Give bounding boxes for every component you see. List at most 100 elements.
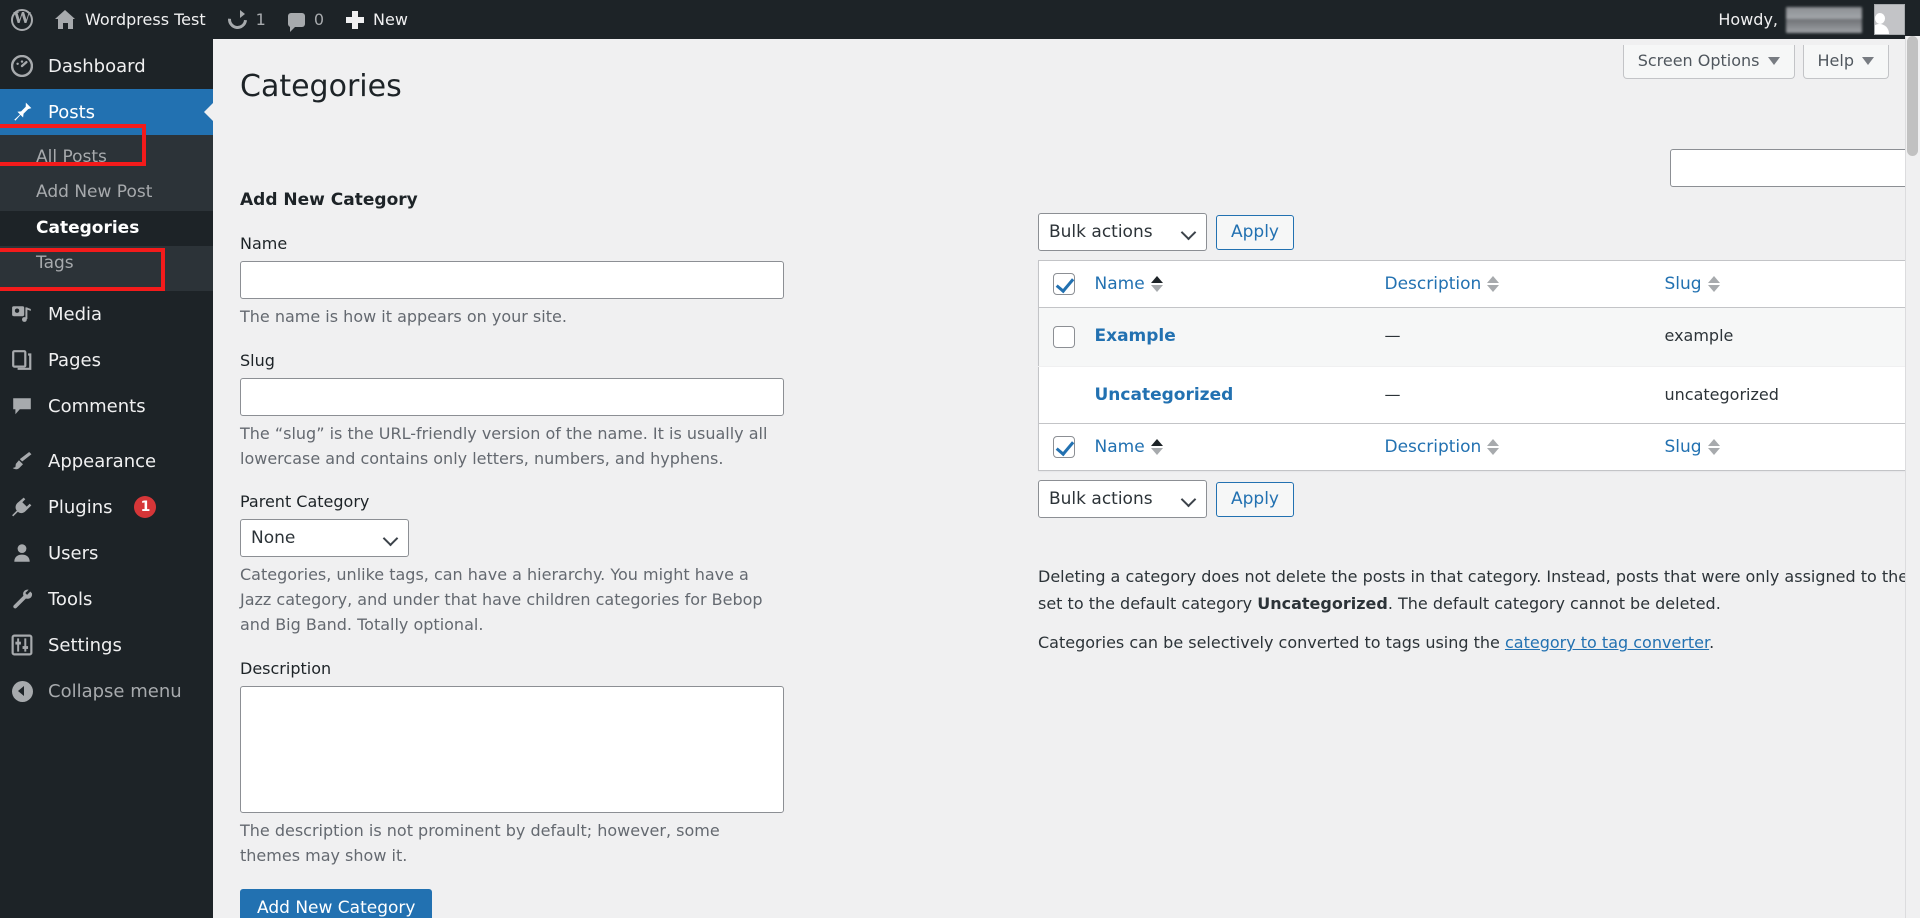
home-icon — [55, 10, 76, 29]
row-slug-cell: uncategorized — [1654, 366, 1915, 424]
brush-icon — [10, 450, 34, 472]
description-textarea[interactable] — [240, 685, 784, 813]
description-description: The description is not prominent by defa… — [240, 820, 720, 865]
search-input[interactable] — [1669, 149, 1910, 187]
apply-button-bottom[interactable]: Apply — [1216, 481, 1294, 517]
row-checkbox-cell — [1038, 366, 1085, 424]
apply-button-top[interactable]: Apply — [1216, 214, 1294, 250]
pin-icon — [10, 101, 34, 123]
updates-count: 1 — [255, 10, 266, 29]
sidebar-item-comments[interactable]: Comments — [0, 383, 213, 429]
column-label-name: Name — [1094, 437, 1145, 457]
category-to-tag-converter-link[interactable]: category to tag converter — [1505, 633, 1709, 652]
column-label-slug: Slug — [1664, 437, 1702, 457]
column-header-description-bottom[interactable]: Description — [1374, 423, 1655, 471]
bulk-actions-select-bottom[interactable]: Bulk actions — [1038, 480, 1207, 518]
sidebar-item-posts[interactable]: Posts — [0, 89, 213, 135]
comments-menu[interactable]: 0 — [277, 0, 335, 39]
note-converter: Categories can be selectively converted … — [1038, 629, 1920, 656]
sidebar-item-add-new-post[interactable]: Add New Post — [0, 175, 213, 210]
sort-arrows-icon[interactable] — [1707, 439, 1720, 455]
site-name-menu[interactable]: Wordpress Test — [44, 0, 217, 39]
row-name-cell: Example — [1084, 307, 1375, 367]
name-description: The name is how it appears on your site. — [240, 307, 567, 326]
dashboard-icon — [10, 55, 34, 77]
collapse-menu-button[interactable]: Collapse menu — [0, 668, 213, 714]
sidebar-item-label: Media — [48, 303, 103, 325]
updates-menu[interactable]: 1 — [217, 0, 277, 39]
description-label: Description — [240, 658, 332, 678]
field-parent-category: Parent Category None Categories, unlike … — [240, 492, 784, 637]
column-header-slug-bottom[interactable]: Slug — [1654, 423, 1915, 471]
sidebar-item-label: Collapse menu — [48, 680, 182, 702]
table-row[interactable]: Example — example 0 — [1038, 307, 1920, 367]
column-header-slug-top[interactable]: Slug — [1654, 260, 1915, 308]
parent-category-select[interactable]: None — [240, 519, 409, 558]
parent-category-description: Categories, unlike tags, can have a hier… — [240, 565, 763, 634]
scrollbar-thumb[interactable] — [1907, 36, 1918, 156]
sidebar-item-label: Tools — [48, 588, 93, 610]
page-scrollbar[interactable] — [1905, 0, 1920, 918]
wp-logo-menu[interactable]: W — [0, 0, 44, 39]
sidebar-item-appearance[interactable]: Appearance — [0, 438, 213, 484]
name-label: Name — [240, 234, 288, 253]
parent-category-label: Parent Category — [240, 492, 370, 512]
my-account-menu[interactable]: Howdy, — [1718, 4, 1905, 35]
sidebar-item-tags[interactable]: Tags — [0, 246, 213, 281]
column-header-name-bottom[interactable]: Name — [1084, 423, 1375, 471]
field-slug: Slug The “slug” is the URL-friendly vers… — [240, 351, 784, 472]
new-content-menu[interactable]: New — [335, 0, 419, 39]
plus-icon — [346, 10, 364, 29]
sidebar-item-label: Plugins — [48, 496, 113, 518]
admin-content: Screen Options Help Categories Add New C… — [213, 39, 1920, 918]
sort-arrows-icon[interactable] — [1487, 276, 1500, 292]
row-name-cell: Uncategorized — [1084, 366, 1375, 424]
note-delete-category: Deleting a category does not delete the … — [1038, 563, 1920, 617]
sidebar-item-pages[interactable]: Pages — [0, 337, 213, 383]
table-footer-row: Name Description Slug Count — [1038, 423, 1920, 471]
select-all-checkbox-bottom[interactable] — [1053, 436, 1075, 458]
table-row[interactable]: Uncategorized — uncategorized 1 — [1038, 366, 1920, 424]
bulk-actions-select-top[interactable]: Bulk actions — [1038, 213, 1207, 251]
search-box: Search Categories — [1669, 149, 1920, 187]
row-checkbox-cell[interactable] — [1038, 307, 1085, 367]
username-redacted — [1786, 6, 1862, 33]
tablenav-bottom: Bulk actions Apply 2 items — [1038, 471, 1920, 527]
slug-input[interactable] — [240, 377, 784, 416]
sort-arrows-icon[interactable] — [1150, 276, 1163, 292]
current-menu-arrow-icon — [204, 103, 213, 121]
sidebar-item-label: Comments — [48, 395, 146, 417]
sidebar-item-users[interactable]: Users — [0, 530, 213, 576]
column-header-name-top[interactable]: Name — [1084, 260, 1375, 308]
select-all-checkbox-top[interactable] — [1053, 273, 1075, 295]
name-input[interactable] — [240, 261, 784, 299]
bulk-actions-select-wrap-bottom: Bulk actions — [1038, 480, 1207, 518]
sidebar-item-plugins[interactable]: Plugins 1 — [0, 484, 213, 530]
category-name-link[interactable]: Example — [1095, 326, 1176, 346]
select-all-header-top[interactable] — [1038, 260, 1085, 308]
avatar — [1874, 4, 1905, 35]
row-description-cell: — — [1374, 366, 1655, 424]
tablenav-top: Bulk actions Apply 2 items — [1038, 204, 1920, 260]
sidebar-item-all-posts[interactable]: All Posts — [0, 140, 213, 175]
sidebar-item-settings[interactable]: Settings — [0, 622, 213, 668]
sidebar-item-tools[interactable]: Tools — [0, 576, 213, 622]
sidebar-item-dashboard[interactable]: Dashboard — [0, 43, 213, 89]
scrollbar-top-cap — [1905, 0, 1920, 36]
select-all-header-bottom[interactable] — [1038, 423, 1085, 471]
category-name-link[interactable]: Uncategorized — [1095, 385, 1234, 405]
comment-icon — [10, 395, 34, 417]
column-label-description: Description — [1384, 274, 1482, 294]
sort-arrows-icon[interactable] — [1707, 276, 1720, 292]
sidebar-item-label: Users — [48, 542, 99, 564]
parent-category-select-wrap: None — [240, 519, 409, 558]
sort-arrows-icon[interactable] — [1487, 439, 1500, 455]
column-header-description-top[interactable]: Description — [1374, 260, 1655, 308]
sidebar-item-media[interactable]: Media — [0, 291, 213, 337]
sort-arrows-icon[interactable] — [1150, 439, 1163, 455]
add-new-category-button[interactable]: Add New Category — [240, 889, 433, 918]
admin-sidebar: Dashboard Posts All Posts Add New Post C… — [0, 39, 213, 918]
admin-bar-right: Howdy, — [1718, 0, 1920, 39]
row-checkbox[interactable] — [1053, 326, 1075, 348]
sidebar-item-categories[interactable]: Categories — [0, 210, 213, 246]
